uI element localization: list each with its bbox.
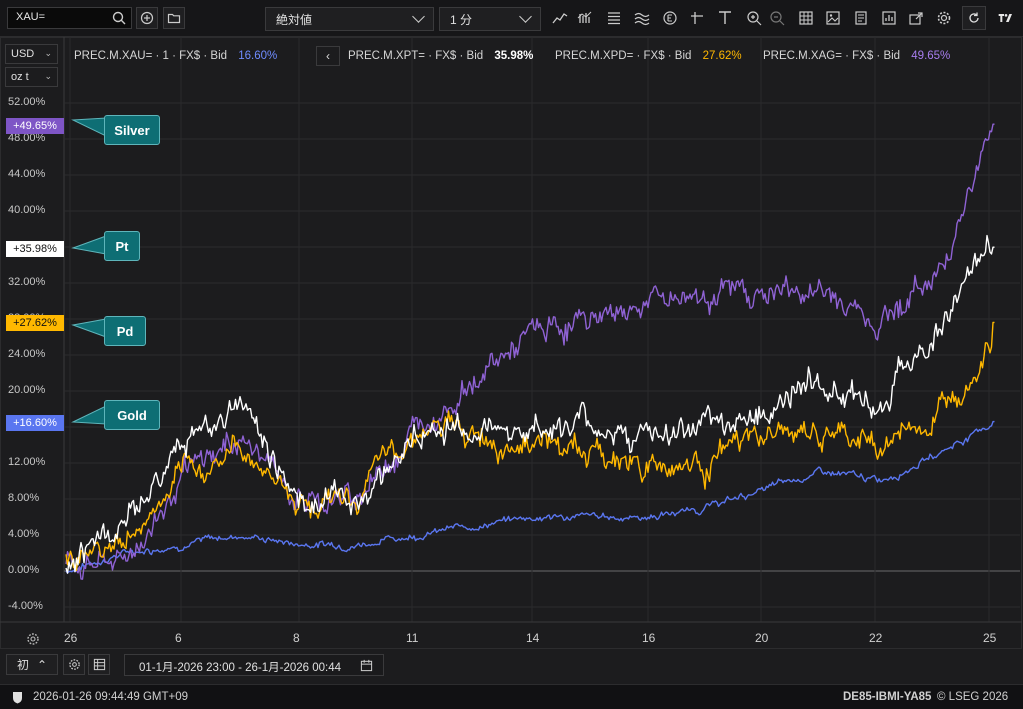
legend-pt-name: PREC.M.XPT= · FX$ · Bid [348, 50, 484, 62]
date-range-value: 01-1月-2026 23:00 - 26-1月-2026 00:44 [139, 662, 342, 674]
search-icon[interactable] [112, 11, 126, 25]
wave-icon[interactable] [633, 9, 651, 27]
chevron-down-icon [519, 10, 532, 23]
folder-icon [167, 13, 181, 24]
bar-chart-icon[interactable] [576, 9, 594, 27]
legend-pt[interactable]: PREC.M.XPT= · FX$ · Bid 35.98% [348, 50, 533, 62]
crosshair-icon[interactable] [688, 9, 706, 27]
y-tick-label: 32.00% [8, 276, 46, 288]
status-copyright: © LSEG 2026 [937, 691, 1009, 703]
x-tick-label: 22 [869, 631, 883, 645]
legend-silver-name: PREC.M.XAG= · FX$ · Bid [763, 50, 901, 62]
x-tick-label: 20 [755, 631, 769, 645]
unit-select[interactable]: oz t ⌄ [5, 67, 58, 87]
text-icon[interactable] [716, 9, 734, 27]
legend-pd-name: PREC.M.XPD= · FX$ · Bid [555, 50, 692, 62]
y-tick-label: -4.00% [8, 600, 43, 612]
y-tick-label: 0.00% [8, 564, 40, 576]
chevron-up-icon: ⌃ [36, 657, 48, 672]
x-tick-label: 6 [175, 631, 182, 645]
callout-silver[interactable]: Silver [104, 115, 160, 145]
status-bar: 2026-01-26 09:44:49 GMT+09 DE85-IBMI-YA8… [0, 684, 1023, 709]
add-symbol-button[interactable] [136, 7, 158, 29]
tag-pt: +35.98% [6, 241, 64, 257]
export-icon[interactable] [907, 9, 925, 27]
zoom-in-icon[interactable] [745, 9, 763, 27]
line-chart-icon[interactable] [551, 9, 569, 27]
legend-collapse-button[interactable]: ‹ [316, 46, 340, 66]
tag-silver: +49.65% [6, 118, 64, 134]
x-tick-label: 25 [983, 631, 997, 645]
callout-pt[interactable]: Pt [104, 231, 140, 261]
analytics-icon[interactable] [880, 9, 898, 27]
display-mode-value: 絶対値 [276, 12, 313, 27]
legend-pd-value: 27.62% [702, 50, 742, 62]
tradingview-logo-icon [994, 9, 1018, 27]
callout-gold[interactable]: Gold [104, 400, 160, 430]
currency-select[interactable]: USD ⌄ [5, 44, 58, 64]
legend-gold-name: PREC.M.XAU= · 1 · FX$ · Bid [74, 50, 228, 62]
interval-value: 1 分 [450, 12, 473, 27]
x-tick-label: 8 [293, 631, 300, 645]
tag-pd: +27.62% [6, 315, 64, 331]
legend-gold-value: 16.60% [238, 50, 278, 62]
status-code: DE85-IBMI-YA85 [843, 691, 932, 703]
chevron-down-icon [412, 10, 425, 23]
image-icon[interactable] [824, 9, 842, 27]
x-tick-label: 11 [406, 631, 419, 645]
legend-pd[interactable]: PREC.M.XPD= · FX$ · Bid 27.62% [555, 50, 742, 62]
settings-icon [27, 633, 39, 645]
zoom-out-icon[interactable] [768, 9, 786, 27]
interval-dropdown[interactable]: 1 分 [439, 7, 541, 31]
display-mode-dropdown[interactable]: 絶対値 [265, 7, 434, 31]
add-icon [140, 11, 154, 25]
data-table-button[interactable] [88, 654, 110, 675]
toolbar: XAU= 絶対値 1 分 [0, 0, 1023, 37]
news-icon[interactable] [852, 9, 870, 27]
table-icon [93, 658, 105, 671]
y-tick-label: 12.00% [8, 456, 46, 468]
chart-settings-button[interactable] [63, 654, 85, 675]
reset-zoom-button[interactable]: 初 ⌃ [6, 654, 58, 675]
chevron-left-icon: ‹ [326, 49, 330, 63]
chevron-down-icon: ⌄ [44, 71, 52, 81]
refresh-button[interactable] [962, 6, 986, 30]
y-tick-label: 20.00% [8, 384, 46, 396]
y-tick-label: 24.00% [8, 348, 46, 360]
events-icon[interactable] [661, 9, 679, 27]
unit-value: oz t [11, 71, 29, 83]
x-tick-label: 16 [642, 631, 656, 645]
x-tick-label: 14 [526, 631, 540, 645]
refresh-icon [969, 12, 979, 23]
gear-icon [68, 659, 80, 670]
y-tick-label: 8.00% [8, 492, 40, 504]
list-icon[interactable] [605, 9, 623, 27]
y-tick-label: 44.00% [8, 168, 46, 180]
axis-settings-button[interactable] [20, 630, 46, 648]
y-tick-label: 52.00% [8, 96, 46, 108]
date-range-field[interactable]: 01-1月-2026 23:00 - 26-1月-2026 00:44 [124, 654, 384, 676]
calendar-icon [360, 659, 373, 672]
x-tick-label: 26 [64, 631, 78, 645]
y-tick-label: 40.00% [8, 204, 46, 216]
legend-silver[interactable]: PREC.M.XAG= · FX$ · Bid 49.65% [763, 50, 950, 62]
table-icon[interactable] [797, 9, 815, 27]
callout-pd[interactable]: Pd [104, 316, 146, 346]
legend-silver-value: 49.65% [911, 50, 951, 62]
y-tick-label: 4.00% [8, 528, 40, 540]
reset-zoom-label: 初 [16, 658, 29, 672]
folder-button[interactable] [163, 7, 185, 29]
tag-gold: +16.60% [6, 415, 64, 431]
gear-icon[interactable] [935, 9, 953, 27]
chevron-down-icon: ⌄ [44, 48, 52, 58]
status-timestamp: 2026-01-26 09:44:49 GMT+09 [33, 691, 189, 703]
legend-pt-value: 35.98% [494, 50, 534, 62]
legend-gold[interactable]: PREC.M.XAU= · 1 · FX$ · Bid 16.60% [74, 50, 277, 62]
currency-value: USD [11, 48, 35, 60]
shield-icon [13, 692, 22, 704]
